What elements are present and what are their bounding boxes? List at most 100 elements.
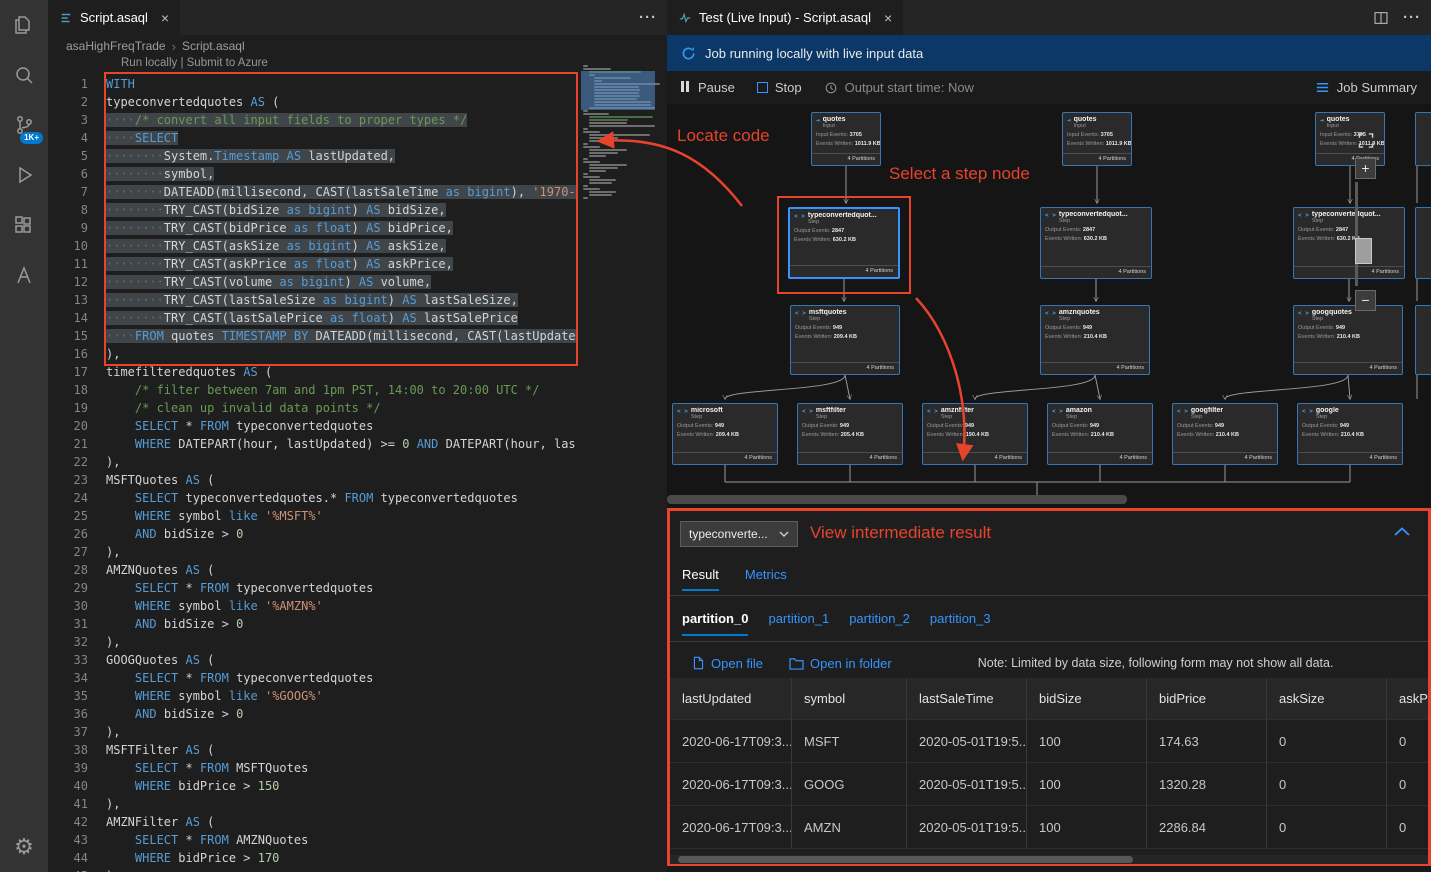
- stop-button[interactable]: Stop: [757, 80, 802, 95]
- code-line-6[interactable]: 6········symbol,: [48, 165, 667, 183]
- code-line-28[interactable]: 28AMZNQuotes AS (: [48, 561, 667, 579]
- tab-test-live-input[interactable]: Test (Live Input) - Script.asaql ×: [667, 0, 903, 35]
- code-line-40[interactable]: 40 WHERE bidPrice > 150: [48, 777, 667, 795]
- code-line-14[interactable]: 14········TRY_CAST(lastSalePrice as floa…: [48, 309, 667, 327]
- code-line-9[interactable]: 9········TRY_CAST(bidPrice as float) AS …: [48, 219, 667, 237]
- diagram-node-clipped[interactable]: [1415, 207, 1431, 279]
- run-debug-icon[interactable]: [0, 150, 48, 200]
- diagram-node-amznquotes[interactable]: < >amznquotesStepOutput Events: 949Event…: [1040, 305, 1150, 375]
- job-summary-button[interactable]: Job Summary: [1315, 80, 1417, 95]
- job-diagram[interactable]: ⇥quotesInputInput Events: 3705Events Wri…: [667, 104, 1431, 508]
- code-line-39[interactable]: 39 SELECT * FROM MSFTQuotes: [48, 759, 667, 777]
- code-line-38[interactable]: 38MSFTFilter AS (: [48, 741, 667, 759]
- diagram-node-typeconverted-2[interactable]: < >typeconvertedquot...StepOutput Events…: [1040, 207, 1152, 279]
- diagram-node-clipped[interactable]: [1415, 305, 1431, 375]
- code-line-27[interactable]: 27),: [48, 543, 667, 561]
- code-line-43[interactable]: 43 SELECT * FROM AMZNQuotes: [48, 831, 667, 849]
- zoom-slider-track[interactable]: [1355, 182, 1358, 286]
- step-select-dropdown[interactable]: typeconverte...: [680, 521, 798, 547]
- submit-to-azure-link[interactable]: Submit to Azure: [187, 57, 268, 69]
- code-line-20[interactable]: 20 SELECT * FROM typeconvertedquotes: [48, 417, 667, 435]
- pause-button[interactable]: Pause: [681, 80, 735, 95]
- code-line-11[interactable]: 11········TRY_CAST(askPrice as float) AS…: [48, 255, 667, 273]
- code-line-15[interactable]: 15····FROM quotes TIMESTAMP BY DATEADD(m…: [48, 327, 667, 345]
- close-icon[interactable]: ×: [884, 10, 892, 26]
- diagram-node-typeconverted-1[interactable]: < >typeconvertedquot...StepOutput Events…: [788, 207, 900, 279]
- code-line-5[interactable]: 5········System.Timestamp AS lastUpdated…: [48, 147, 667, 165]
- partition-tab-partition_2[interactable]: partition_2: [849, 611, 910, 636]
- code-line-17[interactable]: 17timefilteredquotes AS (: [48, 363, 667, 381]
- code-line-19[interactable]: 19 /* clean up invalid data points */: [48, 399, 667, 417]
- azure-icon[interactable]: [0, 250, 48, 300]
- breadcrumb-file[interactable]: Script.asaql: [182, 39, 245, 53]
- code-line-21[interactable]: 21 WHERE DATEPART(hour, lastUpdated) >= …: [48, 435, 667, 453]
- breadcrumb-folder[interactable]: asaHighFreqTrade: [66, 39, 166, 53]
- code-line-45[interactable]: 45): [48, 867, 667, 872]
- code-line-29[interactable]: 29 SELECT * FROM typeconvertedquotes: [48, 579, 667, 597]
- diagram-node-googquotes[interactable]: < >googquotesStepOutput Events: 949Event…: [1293, 305, 1403, 375]
- fit-to-screen-button[interactable]: [1355, 130, 1377, 150]
- diagram-node-google[interactable]: < >googleStepOutput Events: 949Events Wr…: [1297, 403, 1403, 465]
- code-line-18[interactable]: 18 /* filter between 7am and 1pm PST, 14…: [48, 381, 667, 399]
- scrollbar-thumb[interactable]: [678, 856, 1133, 863]
- extensions-icon[interactable]: [0, 200, 48, 250]
- tab-script-asaql[interactable]: Script.asaql ×: [48, 0, 180, 35]
- diagram-node-amznfilter[interactable]: < >amznfilterStepOutput Events: 949Event…: [922, 403, 1028, 465]
- partition-tab-partition_0[interactable]: partition_0: [682, 611, 748, 636]
- diagram-node-microsoft[interactable]: < >microsoftStepOutput Events: 949Events…: [672, 403, 778, 465]
- zoom-out-button[interactable]: −: [1355, 290, 1376, 311]
- code-line-23[interactable]: 23MSFTQuotes AS (: [48, 471, 667, 489]
- code-line-3[interactable]: 3····/* convert all input fields to prop…: [48, 111, 667, 129]
- diagram-node-msftfilter[interactable]: < >msftfilterStepOutput Events: 949Event…: [797, 403, 903, 465]
- code-line-10[interactable]: 10········TRY_CAST(askSize as bigint) AS…: [48, 237, 667, 255]
- code-line-7[interactable]: 7········DATEADD(millisecond, CAST(lastS…: [48, 183, 667, 201]
- code-line-16[interactable]: 16),: [48, 345, 667, 363]
- zoom-slider-handle[interactable]: [1355, 238, 1372, 264]
- partition-tab-partition_1[interactable]: partition_1: [768, 611, 829, 636]
- code-line-41[interactable]: 41),: [48, 795, 667, 813]
- close-icon[interactable]: ×: [161, 10, 169, 26]
- code-editor[interactable]: Run locally | Submit to Azure 1WITH2type…: [48, 57, 667, 872]
- more-actions-icon[interactable]: ···: [1403, 9, 1421, 26]
- code-line-2[interactable]: 2typeconvertedquotes AS (: [48, 93, 667, 111]
- diagram-node-googfilter[interactable]: < >googfilterStepOutput Events: 949Event…: [1172, 403, 1278, 465]
- diagram-node-msftquotes[interactable]: < >msftquotesStepOutput Events: 949Event…: [790, 305, 900, 375]
- result-tab-metrics[interactable]: Metrics: [745, 567, 787, 591]
- code-line-34[interactable]: 34 SELECT * FROM typeconvertedquotes: [48, 669, 667, 687]
- result-tab-result[interactable]: Result: [682, 567, 719, 591]
- code-line-31[interactable]: 31 AND bidSize > 0: [48, 615, 667, 633]
- diagram-node-typeconverted-3[interactable]: < >typeconvertedquot...StepOutput Events…: [1293, 207, 1405, 279]
- open-in-folder-link[interactable]: Open in folder: [789, 656, 892, 671]
- explorer-icon[interactable]: [0, 0, 48, 50]
- code-line-1[interactable]: 1WITH: [48, 75, 667, 93]
- column-header-lastUpdated[interactable]: lastUpdated: [670, 678, 792, 719]
- code-line-42[interactable]: 42AMZNFilter AS (: [48, 813, 667, 831]
- code-line-13[interactable]: 13········TRY_CAST(lastSaleSize as bigin…: [48, 291, 667, 309]
- code-line-4[interactable]: 4····SELECT: [48, 129, 667, 147]
- code-line-24[interactable]: 24 SELECT typeconvertedquotes.* FROM typ…: [48, 489, 667, 507]
- code-line-44[interactable]: 44 WHERE bidPrice > 170: [48, 849, 667, 867]
- split-editor-icon[interactable]: [1373, 10, 1389, 26]
- diagram-node-clipped[interactable]: [1415, 112, 1431, 166]
- table-row-0[interactable]: 2020-06-17T09:3...MSFT2020-05-01T19:5...…: [670, 720, 1428, 763]
- column-header-askSize[interactable]: askSize: [1267, 678, 1387, 719]
- partition-tab-partition_3[interactable]: partition_3: [930, 611, 991, 636]
- minimap[interactable]: [583, 65, 655, 285]
- code-line-26[interactable]: 26 AND bidSize > 0: [48, 525, 667, 543]
- breadcrumb[interactable]: asaHighFreqTrade › Script.asaql: [48, 35, 667, 57]
- scrollbar-thumb[interactable]: [667, 495, 1127, 504]
- source-control-icon[interactable]: 1K+: [0, 100, 48, 150]
- column-header-lastSaleTime[interactable]: lastSaleTime: [907, 678, 1027, 719]
- code-line-12[interactable]: 12········TRY_CAST(volume as bigint) AS …: [48, 273, 667, 291]
- code-line-32[interactable]: 32),: [48, 633, 667, 651]
- code-line-8[interactable]: 8········TRY_CAST(bidSize as bigint) AS …: [48, 201, 667, 219]
- code-line-22[interactable]: 22),: [48, 453, 667, 471]
- code-line-30[interactable]: 30 WHERE symbol like '%AMZN%': [48, 597, 667, 615]
- zoom-in-button[interactable]: +: [1355, 158, 1376, 179]
- more-actions-icon[interactable]: ···: [639, 9, 657, 26]
- column-header-bidSize[interactable]: bidSize: [1027, 678, 1147, 719]
- settings-gear-icon[interactable]: ⚙: [0, 822, 48, 872]
- code-line-36[interactable]: 36 AND bidSize > 0: [48, 705, 667, 723]
- column-header-symbol[interactable]: symbol: [792, 678, 907, 719]
- open-file-link[interactable]: Open file: [692, 656, 763, 671]
